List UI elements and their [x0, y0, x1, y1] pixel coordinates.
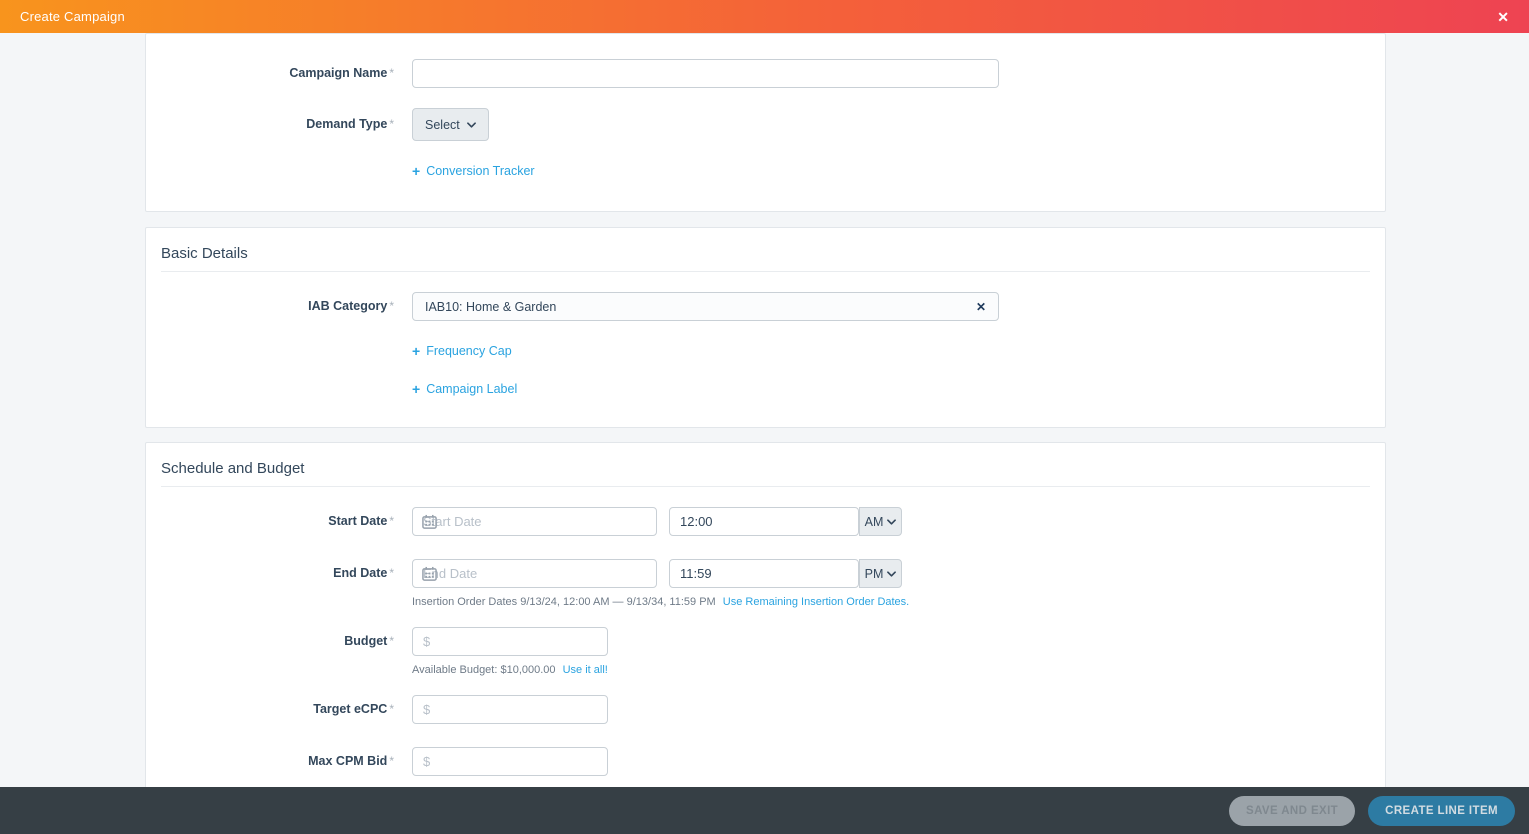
- basic-details-card: Basic Details IAB Category* IAB10: Home …: [145, 227, 1386, 428]
- chevron-down-icon: [887, 519, 896, 525]
- target-ecpc-row: Target eCPC*: [161, 695, 1370, 724]
- chevron-down-icon: [467, 122, 476, 128]
- plus-icon: +: [412, 344, 420, 358]
- iab-category-row: IAB Category* IAB10: Home & Garden ✕: [161, 292, 1370, 321]
- plus-icon: +: [412, 382, 420, 396]
- required-asterisk: *: [389, 117, 394, 131]
- insertion-order-note: Insertion Order Dates 9/13/24, 12:00 AM …: [412, 596, 1370, 608]
- start-date-label: Start Date*: [161, 514, 394, 529]
- budget-row: Budget*: [161, 627, 1370, 656]
- modal-footer: SAVE AND EXIT CREATE LINE ITEM: [0, 787, 1529, 834]
- plus-icon: +: [412, 164, 420, 178]
- required-asterisk: *: [389, 634, 394, 648]
- campaign-info-card: Campaign Name* Demand Type* Select + Con…: [145, 33, 1386, 212]
- end-meridiem-select[interactable]: PM: [859, 559, 902, 588]
- use-it-all-link[interactable]: Use it all!: [563, 664, 608, 676]
- end-date-label: End Date*: [161, 566, 394, 581]
- max-cpm-bid-row: Max CPM Bid*: [161, 747, 1370, 776]
- demand-type-row: Demand Type* Select: [161, 108, 1370, 141]
- start-meridiem-select[interactable]: AM: [859, 507, 902, 536]
- target-ecpc-input[interactable]: [412, 695, 608, 724]
- end-date-input[interactable]: [412, 559, 657, 588]
- calendar-icon: [422, 514, 437, 529]
- schedule-budget-card: Schedule and Budget Start Date*: [145, 442, 1386, 787]
- save-and-exit-button[interactable]: SAVE AND EXIT: [1229, 796, 1355, 826]
- section-divider: [161, 486, 1370, 487]
- start-date-input[interactable]: [412, 507, 657, 536]
- end-time-input[interactable]: [669, 559, 859, 588]
- budget-label: Budget*: [161, 634, 394, 649]
- modal-body: Campaign Name* Demand Type* Select + Con…: [0, 33, 1529, 787]
- end-date-row: End Date* PM: [161, 559, 1370, 588]
- iab-category-field[interactable]: IAB10: Home & Garden ✕: [412, 292, 999, 321]
- create-line-item-button[interactable]: CREATE LINE ITEM: [1368, 796, 1515, 826]
- add-conversion-tracker-link[interactable]: + Conversion Tracker: [412, 164, 535, 178]
- demand-type-select[interactable]: Select: [412, 108, 489, 141]
- schedule-budget-heading: Schedule and Budget: [161, 460, 1370, 477]
- max-cpm-bid-label: Max CPM Bid*: [161, 754, 394, 769]
- basic-details-heading: Basic Details: [161, 245, 1370, 262]
- target-ecpc-label: Target eCPC*: [161, 702, 394, 717]
- max-cpm-bid-input[interactable]: [412, 747, 608, 776]
- page-title: Create Campaign: [20, 9, 125, 24]
- add-campaign-label-link[interactable]: + Campaign Label: [412, 382, 517, 396]
- required-asterisk: *: [389, 702, 394, 716]
- required-asterisk: *: [389, 299, 394, 313]
- demand-type-label: Demand Type*: [161, 117, 394, 132]
- calendar-icon: [422, 566, 437, 581]
- required-asterisk: *: [389, 66, 394, 80]
- campaign-name-row: Campaign Name*: [161, 59, 1370, 88]
- budget-input[interactable]: [412, 627, 608, 656]
- campaign-name-label: Campaign Name*: [161, 66, 394, 81]
- chevron-down-icon: [887, 571, 896, 577]
- required-asterisk: *: [389, 566, 394, 580]
- required-asterisk: *: [389, 754, 394, 768]
- section-divider: [161, 271, 1370, 272]
- close-icon[interactable]: ✕: [1493, 6, 1513, 28]
- remove-icon[interactable]: ✕: [976, 300, 986, 314]
- use-insertion-order-dates-link[interactable]: Use Remaining Insertion Order Dates.: [723, 596, 909, 608]
- modal-header: Create Campaign ✕: [0, 0, 1529, 33]
- campaign-name-input[interactable]: [412, 59, 999, 88]
- iab-category-value: IAB10: Home & Garden: [425, 300, 556, 314]
- start-time-input[interactable]: [669, 507, 859, 536]
- iab-category-label: IAB Category*: [161, 299, 394, 314]
- required-asterisk: *: [389, 514, 394, 528]
- add-frequency-cap-link[interactable]: + Frequency Cap: [412, 344, 512, 358]
- start-date-row: Start Date* AM: [161, 507, 1370, 536]
- available-budget-note: Available Budget: $10,000.00 Use it all!: [412, 664, 1370, 676]
